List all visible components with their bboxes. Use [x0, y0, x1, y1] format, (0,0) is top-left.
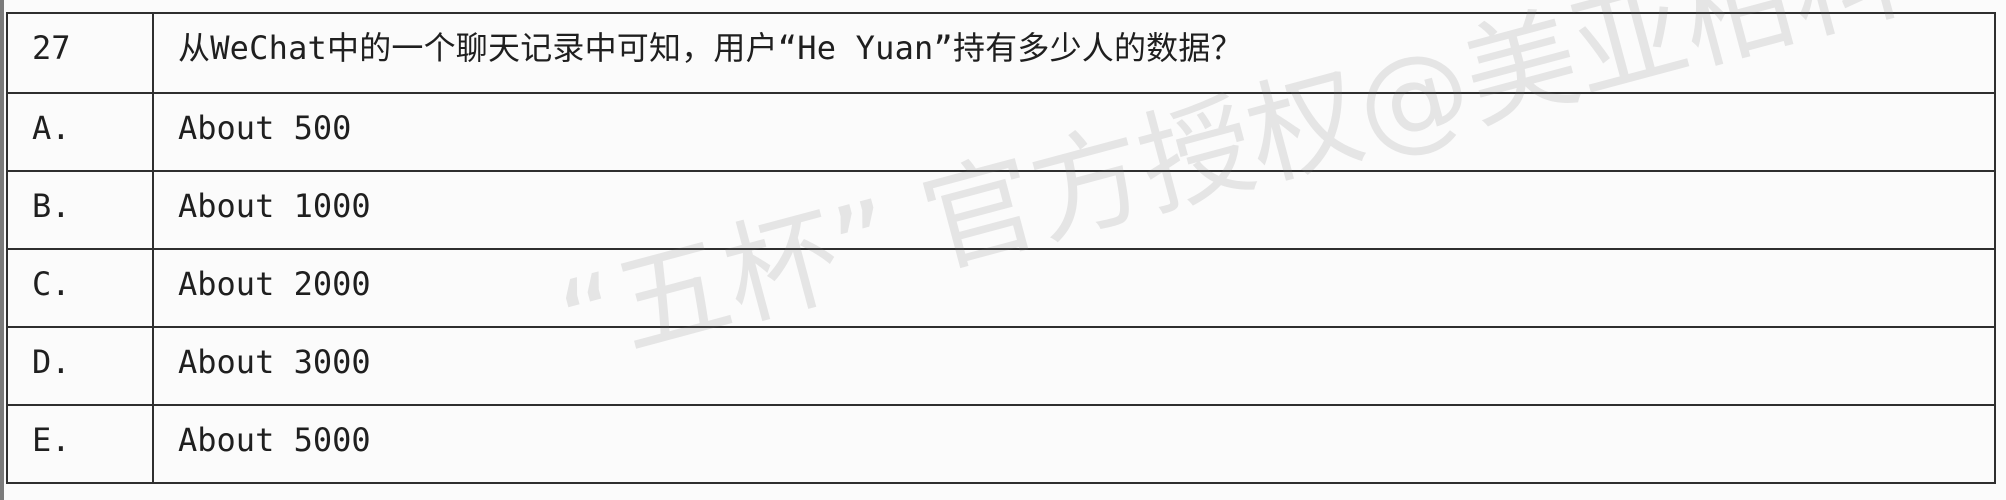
option-row-d: D. About 3000 — [6, 326, 1996, 406]
question-number: 27 — [6, 12, 154, 94]
option-text-d: About 3000 — [152, 326, 1996, 406]
option-letter-e: E. — [6, 404, 154, 484]
option-letter-a: A. — [6, 92, 154, 172]
option-letter-d: D. — [6, 326, 154, 406]
left-edge-divider — [0, 0, 4, 500]
option-text-a: About 500 — [152, 92, 1996, 172]
question-text: 从WeChat中的一个聊天记录中可知，用户“He Yuan”持有多少人的数据？ — [152, 12, 1996, 94]
option-row-b: B. About 1000 — [6, 170, 1996, 250]
option-text-c: About 2000 — [152, 248, 1996, 328]
question-table: 27 从WeChat中的一个聊天记录中可知，用户“He Yuan”持有多少人的数… — [6, 12, 1996, 484]
option-letter-c: C. — [6, 248, 154, 328]
option-text-b: About 1000 — [152, 170, 1996, 250]
option-row-e: E. About 5000 — [6, 404, 1996, 484]
question-page: 27 从WeChat中的一个聊天记录中可知，用户“He Yuan”持有多少人的数… — [0, 0, 2006, 500]
question-row: 27 从WeChat中的一个聊天记录中可知，用户“He Yuan”持有多少人的数… — [6, 12, 1996, 94]
option-row-a: A. About 500 — [6, 92, 1996, 172]
option-row-c: C. About 2000 — [6, 248, 1996, 328]
option-letter-b: B. — [6, 170, 154, 250]
option-text-e: About 5000 — [152, 404, 1996, 484]
